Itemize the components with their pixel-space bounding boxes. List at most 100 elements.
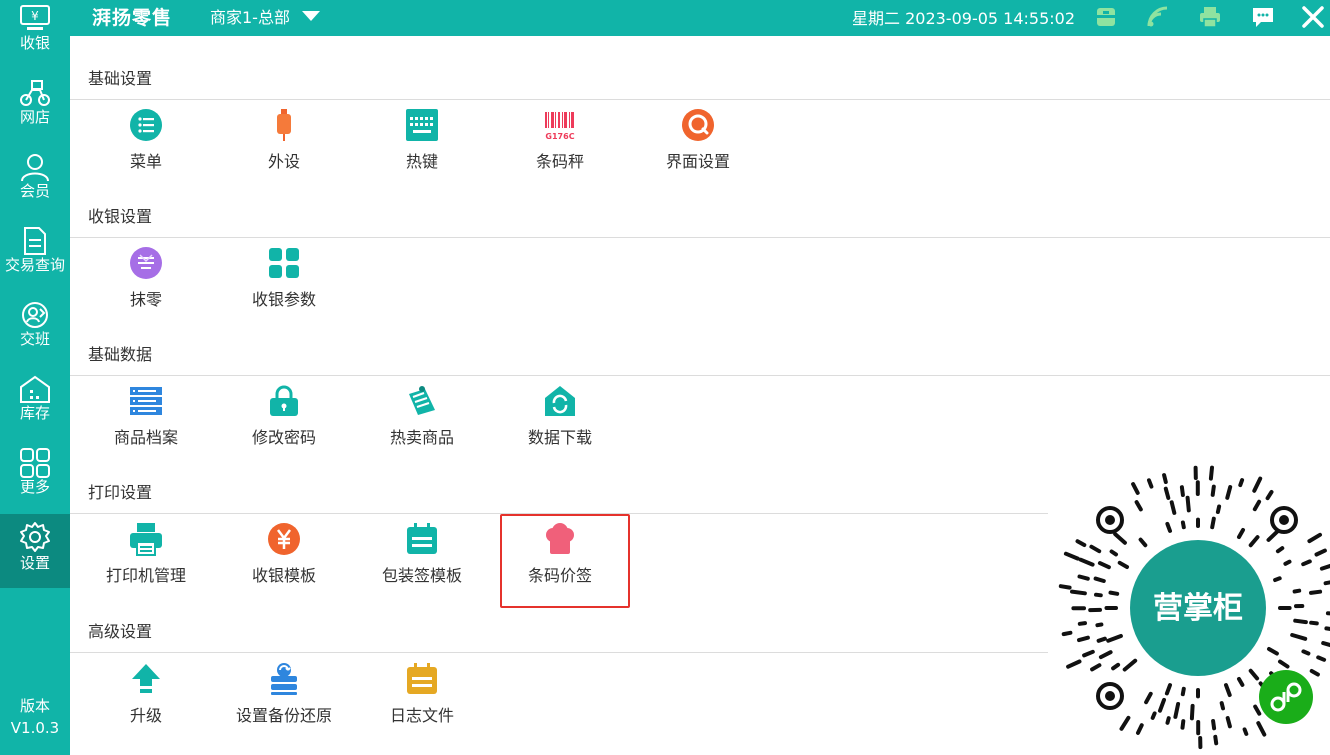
qr-dash (1267, 647, 1279, 656)
backup-restore-icon (267, 662, 301, 696)
version-number: V1.0.3 (10, 719, 60, 737)
tile-barcode-scale[interactable]: G176C 条码秤 (490, 108, 630, 178)
message-icon[interactable] (1250, 4, 1276, 30)
sidebar-item-inventory[interactable]: 库存 (0, 370, 70, 444)
member-icon (21, 154, 49, 182)
tile-label: 热键 (405, 152, 438, 171)
qr-dash (1077, 635, 1090, 643)
qr-dash (1248, 668, 1260, 681)
sidebar-label: 交易查询 (4, 256, 65, 274)
tile-data-download[interactable]: 数据下载 (490, 384, 630, 454)
tile-label: 菜单 (129, 152, 162, 171)
printer-status-icon[interactable] (1197, 4, 1223, 30)
tile-printer-management[interactable]: 打印机管理 (76, 522, 216, 592)
tile-label: 收银参数 (251, 290, 316, 309)
qr-dash (1180, 520, 1186, 530)
qr-dash (1290, 633, 1308, 641)
qr-dash (1119, 715, 1131, 731)
data-download-icon (543, 384, 577, 418)
sidebar-item-member[interactable]: 会员 (0, 148, 70, 222)
qr-dash (1301, 649, 1311, 656)
qr-dash (1293, 618, 1308, 625)
sidebar-label: 更多 (19, 478, 50, 496)
wifi-icon[interactable] (1145, 4, 1171, 30)
tile-peripherals[interactable]: 外设 (214, 108, 354, 178)
qr-dash (1070, 589, 1087, 596)
qr-dash (1210, 484, 1216, 497)
qr-dash (1063, 551, 1080, 561)
sidebar-label: 库存 (19, 404, 50, 422)
sidebar-item-transactions[interactable]: 交易查询 (0, 222, 70, 296)
document-icon (24, 227, 46, 255)
qr-dash (1061, 630, 1073, 637)
qr-dash (1211, 719, 1217, 731)
qr-dash (1265, 490, 1274, 501)
section-title-basic-settings: 基础设置 (88, 69, 153, 88)
chevron-down-icon (301, 11, 320, 21)
tile-label: 设置备份还原 (235, 706, 332, 725)
highlight-box (500, 514, 630, 608)
qr-dash (1292, 588, 1302, 594)
qr-dash (1238, 478, 1245, 488)
shift-handover-icon (22, 302, 48, 328)
qr-dash (1117, 560, 1129, 569)
tile-hot-products[interactable]: 热卖商品 (352, 384, 492, 454)
datetime-display: 星期二 2023-09-05 14:55:02 (852, 9, 1076, 28)
yen-icon (267, 522, 301, 556)
qr-dash (1066, 659, 1082, 669)
tile-log-files[interactable]: 日志文件 (352, 662, 492, 732)
tile-product-archive[interactable]: 商品档案 (76, 384, 216, 454)
sidebar-item-settings[interactable]: 设置 (0, 514, 70, 588)
store-selector[interactable]: 商家1-总部 (210, 4, 320, 28)
qr-dash (1301, 559, 1312, 567)
tile-interface-settings[interactable]: 界面设置 (628, 108, 768, 178)
sidebar-item-online-store[interactable]: 网店 (0, 74, 70, 148)
qr-dash (1122, 658, 1138, 672)
grid-more-icon (20, 448, 50, 478)
tile-change-password[interactable]: 修改密码 (214, 384, 354, 454)
tile-upgrade[interactable]: 升级 (76, 662, 216, 732)
qr-dash (1106, 634, 1123, 643)
tile-round-off[interactable]: 抹零 (76, 246, 216, 316)
tile-label: 界面设置 (665, 152, 730, 171)
cash-register-icon: ¥ (20, 5, 50, 30)
tile-backup-restore[interactable]: 设置备份还原 (214, 662, 354, 732)
tile-cashier-template[interactable]: 收银模板 (214, 522, 354, 592)
warehouse-icon (20, 375, 50, 403)
tile-package-label-template[interactable]: 包装签模板 (352, 522, 492, 592)
tile-label: 升级 (129, 706, 162, 725)
qr-dash (1180, 719, 1186, 730)
tile-label: 打印机管理 (105, 566, 186, 585)
qr-dash (1165, 521, 1172, 533)
qr-dash (1185, 495, 1191, 513)
qr-dash (1324, 626, 1330, 631)
qr-dash (1097, 561, 1111, 570)
tile-cashier-params[interactable]: 收银参数 (214, 246, 354, 316)
tile-label: 包装签模板 (381, 566, 462, 585)
sidebar-item-cashier[interactable]: ¥ 收银 (0, 0, 70, 74)
section-title-advanced-settings: 高级设置 (88, 622, 153, 641)
qr-dash (1225, 716, 1232, 729)
qr-dash (1219, 701, 1225, 711)
interface-search-icon (681, 108, 715, 142)
qr-dash (1096, 636, 1107, 643)
close-icon[interactable] (1300, 4, 1326, 30)
qr-dash (1094, 592, 1103, 598)
usb-device-icon (267, 108, 301, 142)
qr-dash (1189, 703, 1195, 721)
qr-dash (1131, 482, 1140, 495)
tile-menu[interactable]: 菜单 (76, 108, 216, 178)
sidebar-item-shift[interactable]: 交班 (0, 296, 70, 370)
qr-dash (1314, 548, 1327, 557)
svg-text:¥: ¥ (31, 9, 39, 23)
qr-dash (1109, 549, 1118, 557)
sidebar-item-more[interactable]: 更多 (0, 444, 70, 518)
version-label: 版本 (19, 697, 50, 715)
section-title-cashier-settings: 收银设置 (88, 207, 153, 226)
qr-dash (1162, 473, 1168, 484)
qr-finder-top-left (1096, 506, 1124, 534)
cash-drawer-icon[interactable] (1093, 4, 1119, 30)
tile-hotkeys[interactable]: 热键 (352, 108, 492, 178)
qr-dash (1169, 500, 1177, 515)
qr-dash (1134, 500, 1143, 512)
